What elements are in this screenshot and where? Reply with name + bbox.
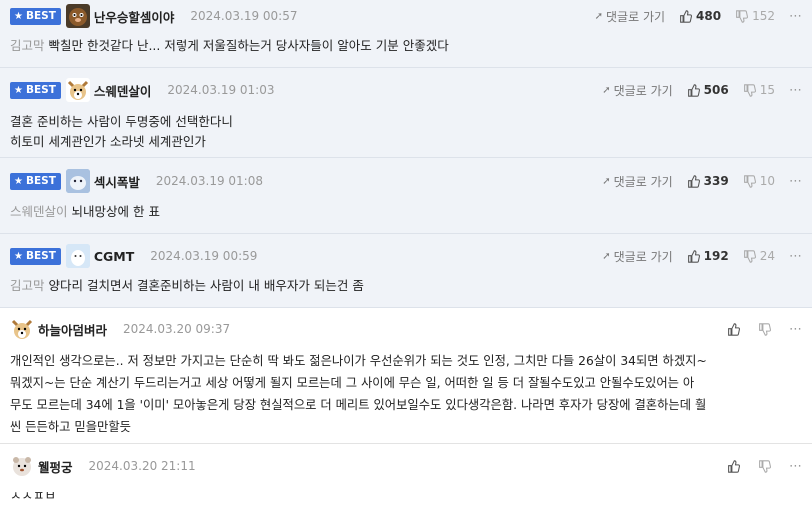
avatar[interactable] [10,454,34,478]
comment-item: ★ BEST 섹시폭발 2024.03.19 01:08 ➚ 댓글로 가기 339 … [0,158,812,234]
comment-actions: ⋯ [727,322,802,337]
dislike-button[interactable]: 15 [743,83,775,97]
like-button[interactable] [727,459,744,473]
star-icon: ★ [14,175,23,187]
comment-date: 2024.03.19 01:03 [167,83,275,97]
go-to-reply-link[interactable]: ➚ 댓글로 가기 [595,8,665,25]
more-options-icon[interactable]: ⋯ [789,459,802,474]
comment-date: 2024.03.19 00:57 [190,9,298,23]
more-options-icon[interactable]: ⋯ [789,174,802,189]
arrow-icon: ➚ [594,10,604,22]
comment-body: 결혼 준비하는 사람이 두명중에 선택한다니 히토미 세계관인가 소라넷 세계관… [10,112,802,160]
star-icon: ★ [14,84,23,96]
comment-line: 결혼 준비하는 사람이 두명중에 선택한다니 [10,114,233,129]
thumbs-down-icon [743,174,756,188]
comment-line: 무도 모르는데 34에 1을 '이미' 모아놓은게 당장 현실적으로 더 메리트… [10,398,707,412]
comment-line: 씬 든든하고 믿을만할듯 [10,420,131,434]
like-button[interactable]: 339 [687,174,729,188]
dislike-button[interactable]: 24 [743,249,775,263]
comment-actions: ➚ 댓글로 가기 506 15 ⋯ [602,82,802,99]
more-options-icon[interactable]: ⋯ [789,9,802,24]
comment-date: 2024.03.20 21:11 [88,459,196,473]
nickname[interactable]: 하늘아덤벼라 [38,320,107,339]
thumbs-up-icon [728,322,740,336]
thumbs-down-icon [759,322,771,336]
arrow-icon: ➚ [602,175,611,187]
comment-date: 2024.03.19 01:08 [155,174,263,188]
dislike-button[interactable] [758,322,775,336]
comment-line: ㅅㅅㅍㅂ [10,488,57,503]
comment-header: ★ BEST 스웨덴살이 2024.03.19 01:03 ➚ 댓글로 가기 506… [10,68,802,112]
thumbs-up-icon [687,174,700,188]
mention[interactable]: 김고막 [10,278,45,293]
comment-header: 하늘아덤벼라 2024.03.20 09:37 ⋯ [10,308,802,350]
comment-actions: ➚ 댓글로 가기 480 152 ⋯ [595,8,802,25]
comment-item: ★ BEST 난우승할셈이야 2024.03.19 00:57 ➚ 댓글로 가기 4… [0,0,812,68]
mention[interactable]: 스웨덴살이 [10,204,68,219]
more-options-icon[interactable]: ⋯ [789,249,802,264]
comment-date: 2024.03.19 00:59 [150,249,258,263]
more-options-icon[interactable]: ⋯ [789,322,802,337]
thumbs-down-icon [743,249,756,263]
thumbs-up-icon [687,249,700,263]
comment-item: 하늘아덤벼라 2024.03.20 09:37 ⋯ 개인적인 생각으로는.. 저… [0,308,812,444]
comment-actions: ➚ 댓글로 가기 339 10 ⋯ [602,173,802,190]
comment-line: 히토미 세계관인가 소라넷 세계관인가 [10,134,206,149]
comment-header: ★ BEST CGMT 2024.03.19 00:59 ➚ 댓글로 가기 192 … [10,234,802,278]
nickname[interactable]: 스웨덴살이 [94,81,152,100]
go-to-reply-link[interactable]: ➚ 댓글로 가기 [602,173,672,190]
dislike-button[interactable]: 152 [735,9,775,23]
best-badge: ★ BEST [10,7,61,25]
best-badge: ★ BEST [10,172,61,190]
thumbs-down-icon [736,9,749,23]
dislike-button[interactable] [758,459,775,473]
best-badge: ★ BEST [10,247,61,265]
comment-actions: ⋯ [727,459,802,474]
nickname[interactable]: 난우승할셈이야 [94,7,175,26]
comment-item: ★ BEST CGMT 2024.03.19 00:59 ➚ 댓글로 가기 192 … [0,234,812,308]
go-to-reply-link[interactable]: ➚ 댓글로 가기 [602,248,672,265]
arrow-icon: ➚ [602,84,611,96]
thumbs-up-icon [687,83,700,97]
star-icon: ★ [14,10,23,22]
comment-item: 웰펑궁 2024.03.20 21:11 ⋯ ㅅㅅㅍㅂ [0,444,812,520]
comment-body: 스웨덴살이 뇌내망상에 한 표 [10,204,160,219]
avatar[interactable] [10,317,34,341]
thumbs-up-icon [680,9,693,23]
more-options-icon[interactable]: ⋯ [789,83,802,98]
mention[interactable]: 김고막 [10,38,45,53]
comment-body: 김고막 빡칠만 한것같다 난... 저렇게 저울질하는거 당사자들이 알아도 기분… [10,38,449,53]
comment-header: ★ BEST 섹시폭발 2024.03.19 01:08 ➚ 댓글로 가기 339 … [10,158,802,204]
comment-body: ㅅㅅㅍㅂ [10,488,802,512]
comment-line: 뭐겠지~는 단순 계산기 두드리는거고 세상 어떻게 될지 모르는데 그 사이에… [10,376,695,390]
comment-item: ★ BEST 스웨덴살이 2024.03.19 01:03 ➚ 댓글로 가기 506… [0,68,812,158]
star-icon: ★ [14,250,23,262]
comment-header: 웰펑궁 2024.03.20 21:11 ⋯ [10,444,802,488]
go-to-reply-link[interactable]: ➚ 댓글로 가기 [602,82,672,99]
avatar[interactable] [65,244,90,268]
like-button[interactable] [727,322,744,336]
like-button[interactable]: 192 [687,249,729,263]
thumbs-down-icon [743,83,756,97]
nickname[interactable]: CGMT [94,249,134,264]
nickname[interactable]: 섹시폭발 [94,172,140,191]
arrow-icon: ➚ [602,250,611,262]
avatar[interactable] [65,78,90,102]
comment-line: 개인적인 생각으로는.. 저 정보만 가지고는 단순히 딱 봐도 젊은나이가 우… [10,354,707,368]
dislike-button[interactable]: 10 [743,174,775,188]
avatar[interactable] [65,4,90,28]
like-button[interactable]: 506 [687,83,729,97]
thumbs-up-icon [728,459,740,473]
nickname[interactable]: 웰펑궁 [38,457,73,476]
comment-header: ★ BEST 난우승할셈이야 2024.03.19 00:57 ➚ 댓글로 가기 4… [10,0,802,32]
comment-body: 개인적인 생각으로는.. 저 정보만 가지고는 단순히 딱 봐도 젊은나이가 우… [10,350,802,446]
comment-actions: ➚ 댓글로 가기 192 24 ⋯ [602,248,802,265]
best-badge: ★ BEST [10,81,61,99]
comment-body: 김고막 양다리 걸치면서 결혼준비하는 사람이 내 배우자가 되는건 좀 [10,278,364,293]
avatar[interactable] [65,169,90,193]
comment-date: 2024.03.20 09:37 [123,322,231,336]
like-button[interactable]: 480 [679,9,721,23]
thumbs-down-icon [759,459,771,473]
